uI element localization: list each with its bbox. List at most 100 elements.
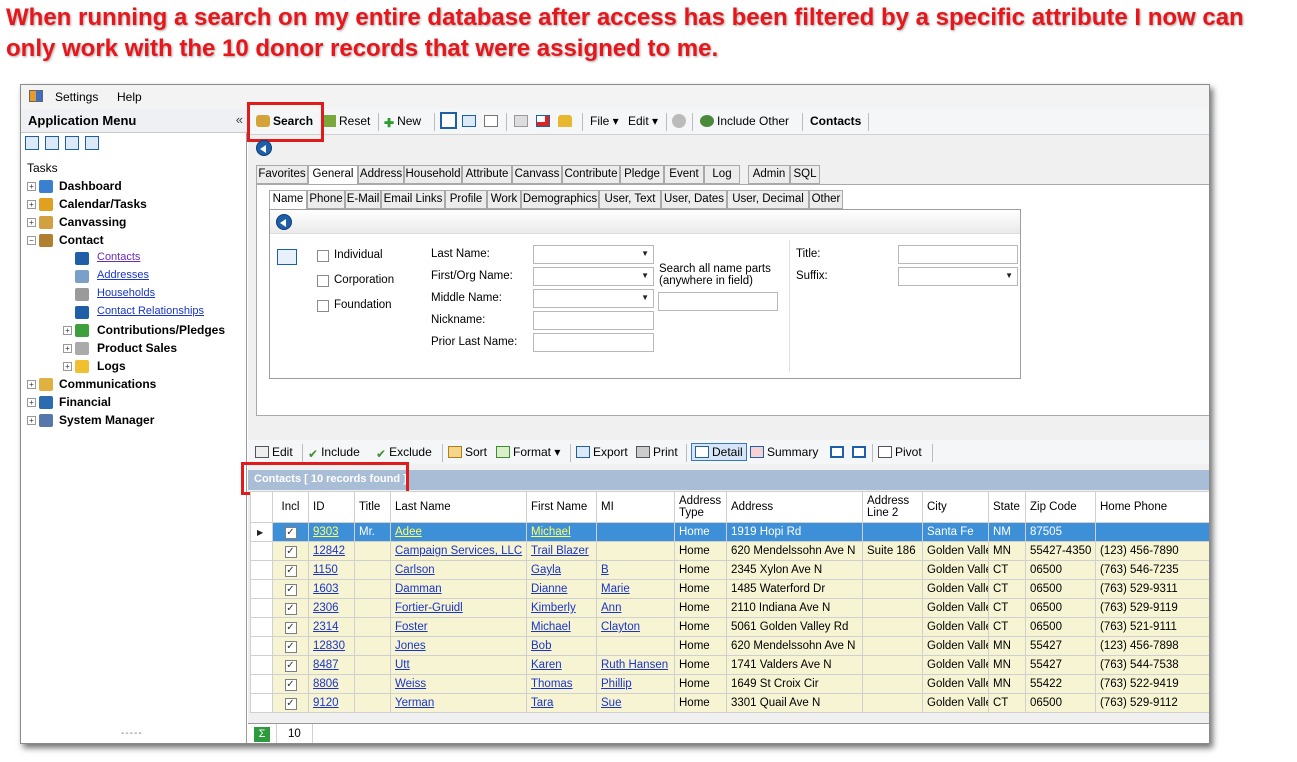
cell-id[interactable]: 12842 bbox=[308, 541, 355, 561]
cell-last[interactable]: Jones bbox=[390, 636, 527, 656]
tree-item-canvassing[interactable]: + Canvassing bbox=[27, 215, 245, 231]
cell-first[interactable]: Bob bbox=[526, 636, 597, 656]
last-name-field[interactable] bbox=[533, 245, 654, 264]
tree-item-product-sales[interactable]: + Product Sales bbox=[27, 341, 245, 357]
cell-mi[interactable]: Phillip bbox=[596, 674, 675, 694]
subtab-phone[interactable]: Phone bbox=[307, 190, 345, 209]
cell-id[interactable]: 12830 bbox=[308, 636, 355, 656]
menu-help[interactable]: Help bbox=[117, 90, 142, 104]
subtab-e-mail[interactable]: E-Mail bbox=[345, 190, 381, 209]
detail-button[interactable]: Detail bbox=[691, 443, 747, 461]
cell-mi[interactable]: Ruth Hansen bbox=[596, 655, 675, 675]
cell-first[interactable]: Michael bbox=[526, 522, 597, 542]
cell-mi[interactable] bbox=[596, 541, 675, 561]
split-horizontal-icon[interactable] bbox=[852, 445, 869, 459]
menu-settings[interactable]: Settings bbox=[55, 90, 98, 104]
pivot-button[interactable]: Pivot bbox=[878, 445, 922, 459]
tree-item-contact[interactable]: − Contact bbox=[27, 233, 245, 249]
cell-last[interactable]: Yerman bbox=[390, 693, 527, 713]
cell-last[interactable]: Carlson bbox=[390, 560, 527, 580]
column-header-incl[interactable]: Incl bbox=[272, 491, 309, 523]
reset-button[interactable]: Reset bbox=[322, 114, 370, 128]
row-selector[interactable] bbox=[250, 579, 273, 599]
suffix-field[interactable] bbox=[898, 267, 1018, 286]
search-all-name-parts-field[interactable] bbox=[658, 292, 778, 311]
tab-attribute[interactable]: Attribute bbox=[462, 165, 512, 184]
cell-first[interactable]: Tara bbox=[526, 693, 597, 713]
tab-contribute[interactable]: Contribute bbox=[562, 165, 620, 184]
print-button[interactable]: Print bbox=[636, 445, 678, 459]
cell-last[interactable]: Utt bbox=[390, 655, 527, 675]
tree-item-contributions-pledges[interactable]: + Contributions/Pledges bbox=[27, 323, 245, 339]
row-selector[interactable] bbox=[250, 617, 273, 637]
tab-event[interactable]: Event bbox=[664, 165, 704, 184]
cell-mi[interactable] bbox=[596, 522, 675, 542]
exclude-button[interactable]: ✔ Exclude bbox=[376, 445, 432, 461]
row-selector[interactable] bbox=[250, 560, 273, 580]
summary-button[interactable]: Summary bbox=[750, 445, 818, 459]
lock-icon[interactable] bbox=[558, 114, 575, 128]
row-selector[interactable] bbox=[250, 541, 273, 561]
cell-first[interactable]: Trail Blazer bbox=[526, 541, 597, 561]
column-header-zip-code[interactable]: Zip Code bbox=[1025, 491, 1096, 523]
expand-icon[interactable]: + bbox=[27, 218, 36, 227]
incl-checkbox[interactable]: ✓ bbox=[284, 697, 297, 710]
form-layout-icon[interactable] bbox=[440, 112, 457, 129]
cell-id[interactable]: 2306 bbox=[308, 598, 355, 618]
subtab-other[interactable]: Other bbox=[809, 190, 843, 209]
cell-id[interactable]: 1150 bbox=[308, 560, 355, 580]
tree-item-dashboard[interactable]: + Dashboard bbox=[27, 179, 245, 195]
incl-checkbox[interactable]: ✓ bbox=[284, 583, 297, 596]
column-header-address-line-2[interactable]: Address Line 2 bbox=[862, 491, 923, 523]
table-row[interactable]: ✓ 1150 Carlson Gayla B Home 2345 Xylon Ave N Go… bbox=[250, 560, 1209, 580]
tab-general[interactable]: General bbox=[308, 165, 358, 185]
tab-favorites[interactable]: Favorites bbox=[256, 165, 308, 184]
cell-id[interactable]: 9303 bbox=[308, 522, 355, 542]
tree-item-contacts[interactable]: Contacts bbox=[27, 251, 245, 267]
expand-icon[interactable]: + bbox=[63, 326, 72, 335]
cell-mi[interactable]: B bbox=[596, 560, 675, 580]
folder-icon[interactable] bbox=[484, 114, 501, 128]
tab-canvass[interactable]: Canvass bbox=[512, 165, 562, 184]
list-view-icon[interactable] bbox=[25, 136, 39, 150]
first-org-name-field[interactable] bbox=[533, 267, 654, 286]
grid-layout-icon[interactable] bbox=[462, 114, 479, 128]
include-other-button[interactable]: Include Other bbox=[700, 114, 789, 128]
incl-checkbox[interactable]: ✓ bbox=[284, 526, 297, 539]
row-selector[interactable] bbox=[250, 674, 273, 694]
expand-icon[interactable]: + bbox=[63, 362, 72, 371]
column-header-title[interactable]: Title bbox=[354, 491, 391, 523]
expand-icon[interactable]: + bbox=[63, 344, 72, 353]
cell-mi[interactable]: Ann bbox=[596, 598, 675, 618]
subtab-user-decimal[interactable]: User, Decimal bbox=[727, 190, 809, 209]
cell-first[interactable]: Kimberly bbox=[526, 598, 597, 618]
incl-checkbox[interactable]: ✓ bbox=[284, 545, 297, 558]
table-row[interactable]: ✓ 12830 Jones Bob Home 620 Mendelssohn Ave N G… bbox=[250, 636, 1209, 656]
subtab-demographics[interactable]: Demographics bbox=[521, 190, 599, 209]
cell-mi[interactable]: Clayton bbox=[596, 617, 675, 637]
cell-last[interactable]: Weiss bbox=[390, 674, 527, 694]
tree-item-communications[interactable]: + Communications bbox=[27, 377, 245, 393]
subtab-name[interactable]: Name bbox=[269, 190, 307, 210]
expand-icon[interactable]: + bbox=[27, 380, 36, 389]
incl-checkbox[interactable]: ✓ bbox=[284, 640, 297, 653]
criteria-nav-icon[interactable] bbox=[276, 214, 292, 230]
expand-icon[interactable]: − bbox=[27, 236, 36, 245]
table-row[interactable]: ▶ ✓ 9303 Mr. Adee Michael Home 1919 Hopi Rd Sant… bbox=[250, 522, 1209, 542]
tree-item-contact-relationships[interactable]: Contact Relationships bbox=[27, 305, 245, 321]
table-row[interactable]: ✓ 8487 Utt Karen Ruth Hansen Home 1741 Valders… bbox=[250, 655, 1209, 675]
delete-icon[interactable] bbox=[536, 114, 553, 128]
incl-checkbox[interactable]: ✓ bbox=[284, 602, 297, 615]
tree-item-calendar-tasks[interactable]: + Calendar/Tasks bbox=[27, 197, 245, 213]
grid-edit-button[interactable]: Edit bbox=[255, 445, 293, 459]
tab-log[interactable]: Log bbox=[704, 165, 740, 184]
export-button[interactable]: Export bbox=[576, 445, 628, 459]
tab-address[interactable]: Address bbox=[358, 165, 404, 184]
title-field[interactable] bbox=[898, 245, 1018, 264]
cell-last[interactable]: Adee bbox=[390, 522, 527, 542]
edit-menu-button[interactable]: Edit ▾ bbox=[628, 114, 658, 128]
cell-mi[interactable]: Sue bbox=[596, 693, 675, 713]
cell-id[interactable]: 8487 bbox=[308, 655, 355, 675]
column-header-state[interactable]: State bbox=[988, 491, 1026, 523]
subtab-work[interactable]: Work bbox=[487, 190, 521, 209]
